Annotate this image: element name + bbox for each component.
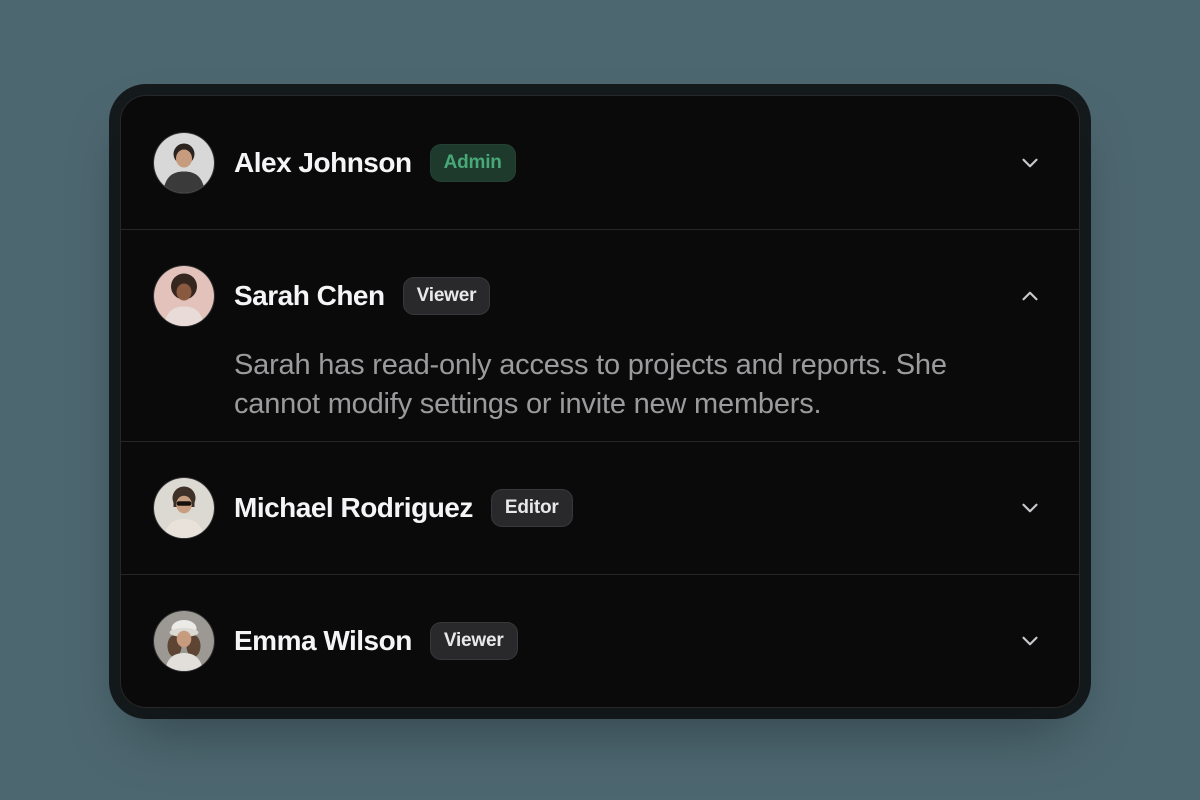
avatar-photo [154,478,214,538]
member-row-emma-wilson[interactable]: Emma Wilson Viewer [121,574,1079,707]
avatar-photo [154,611,214,671]
role-badge-viewer: Viewer [430,622,518,660]
member-name: Michael Rodriguez [234,492,473,524]
member-row-header[interactable]: Sarah Chen Viewer [154,266,1043,326]
team-members-card: Alex Johnson Admin Sarah Chen Viewer [120,95,1080,708]
member-row-header[interactable]: Emma Wilson Viewer [154,611,1043,671]
member-name: Emma Wilson [234,625,412,657]
role-badge-editor: Editor [491,489,573,527]
member-row-header[interactable]: Michael Rodriguez Editor [154,478,1043,538]
chevron-down-icon[interactable] [1017,150,1043,176]
avatar-emma-wilson [154,611,214,671]
avatar-photo [154,133,214,193]
chevron-down-icon[interactable] [1017,628,1043,654]
avatar-sarah-chen [154,266,214,326]
member-name: Alex Johnson [234,147,412,179]
member-row-sarah-chen[interactable]: Sarah Chen Viewer Sarah has read-only ac… [121,229,1079,441]
member-description: Sarah has read-only access to projects a… [234,346,1043,424]
avatar-photo [154,266,214,326]
role-badge-admin: Admin [430,144,516,182]
member-description-line: cannot modify settings or invite new mem… [234,385,1043,424]
avatar-michael-rodriguez [154,478,214,538]
member-row-alex-johnson[interactable]: Alex Johnson Admin [121,96,1079,229]
chevron-down-icon[interactable] [1017,495,1043,521]
chevron-up-icon[interactable] [1017,283,1043,309]
member-description-line: Sarah has read-only access to projects a… [234,346,1043,385]
avatar-alex-johnson [154,133,214,193]
member-name: Sarah Chen [234,280,385,312]
role-badge-viewer: Viewer [403,277,491,315]
member-row-header[interactable]: Alex Johnson Admin [154,133,1043,193]
member-row-michael-rodriguez[interactable]: Michael Rodriguez Editor [121,441,1079,574]
